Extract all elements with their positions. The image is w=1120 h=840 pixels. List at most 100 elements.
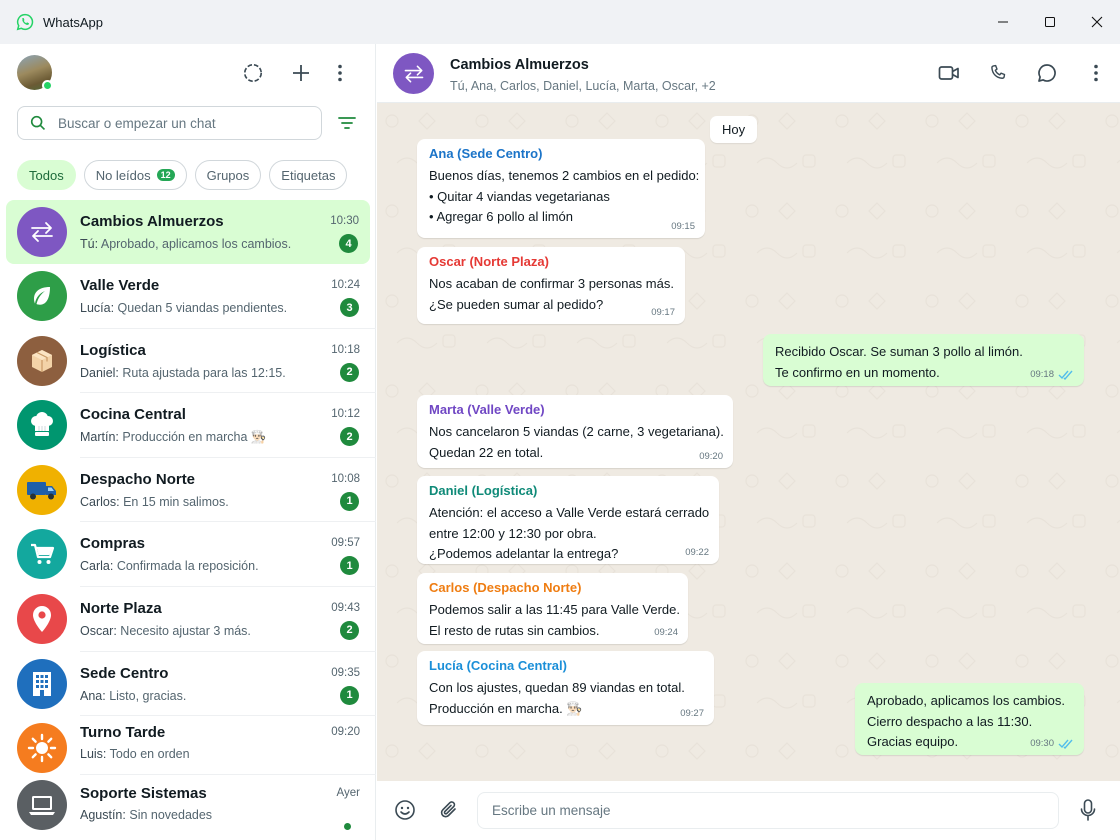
message-text: Nos acaban de confirmar 3 personas más. [429, 276, 674, 291]
unread-badge: 1 [340, 491, 359, 511]
message-bubble[interactable]: Oscar (Norte Plaza) Nos acaban de confir… [417, 247, 685, 324]
chip-etiquetas[interactable]: Etiquetas [269, 160, 348, 190]
whatsapp-logo-icon [16, 13, 34, 31]
minimize-button[interactable] [979, 0, 1026, 44]
chat-time: 10:12 [331, 408, 360, 421]
chat-last-sender: Carlos: [80, 494, 120, 509]
chat-item-sede-centro[interactable]: Sede Centro Ana: Listo, gracias. 09:35 1 [0, 652, 376, 717]
message-area[interactable]: Hoy Ana (Sede Centro) Buenos días, tenem… [377, 103, 1120, 781]
message-time: 09:24 [654, 627, 678, 638]
conversation-members: Tú, Ana, Carlos, Daniel, Lucía, Marta, O… [450, 79, 716, 93]
chat-item-soporte-sistemas[interactable]: Soporte Sistemas Agustín: Sin novedades … [0, 775, 376, 840]
maximize-button[interactable] [1026, 0, 1073, 44]
group-avatar[interactable] [393, 53, 434, 94]
chat-avatar [17, 335, 67, 386]
chat-item-despacho-norte[interactable]: Despacho Norte Carlos: En 15 min salimos… [0, 458, 376, 523]
message-time: 09:22 [685, 547, 709, 558]
chat-item-logistica[interactable]: Logística Daniel: Ruta ajustada para las… [0, 329, 376, 394]
message-text: Aprobado, aplicamos los cambios. [867, 693, 1065, 708]
search-icon [1037, 64, 1056, 82]
message-time: 09:17 [651, 307, 675, 318]
chat-last-sender: Lucía: [80, 301, 115, 315]
chat-last-sender: Daniel: [80, 365, 119, 380]
chat-preview: Confirmada la reposición. [116, 559, 259, 574]
filter-icon [338, 117, 356, 129]
chip-grupos[interactable]: Grupos [194, 160, 262, 190]
message-text: Quedan 22 en total. [429, 444, 544, 460]
chat-avatar [17, 723, 67, 774]
paperclip-icon [440, 801, 456, 818]
chat-item-cambios-almuerzos[interactable]: Cambios Almuerzos Tú: Aprobado, aplicamo… [6, 200, 370, 264]
chat-last-message: Ana: Listo, gracias. [80, 689, 186, 703]
chat-name: Norte Plaza [80, 599, 162, 617]
chat-preview: En 15 min salimos. [123, 494, 229, 509]
emoji-button[interactable] [393, 798, 417, 822]
chip-todos[interactable]: Todos [17, 160, 76, 190]
message-bubble[interactable]: Lucía (Cocina Central) Con los ajustes, … [417, 651, 714, 725]
search-icon [30, 115, 46, 131]
message-bubble[interactable]: Ana (Sede Centro) Buenos días, tenemos 2… [417, 139, 705, 238]
chat-time: 10:30 [330, 215, 359, 227]
voice-message-button[interactable] [1076, 798, 1100, 822]
profile-avatar[interactable] [17, 55, 53, 91]
chat-last-sender: Agustín: [80, 808, 126, 823]
new-chat-button[interactable] [277, 58, 325, 88]
search-box [17, 106, 322, 140]
message-bubble[interactable]: Marta (Valle Verde) Nos cancelaron 5 via… [417, 395, 733, 468]
close-icon [1091, 16, 1102, 28]
chat-time: 10:24 [331, 279, 360, 291]
truck-icon [27, 481, 56, 500]
sidebar-menu-button[interactable] [325, 58, 355, 88]
message-time-text: 09:22 [685, 547, 709, 558]
chat-last-message: Daniel: Ruta ajustada para las 12:15. [80, 366, 286, 380]
chat-item-compras[interactable]: Compras Carla: Confirmada la reposición.… [0, 522, 376, 587]
message-time: 09:30 [1030, 738, 1074, 749]
chat-preview: Necesito ajustar 3 más. [120, 623, 251, 638]
chat-item-norte-plaza[interactable]: Norte Plaza Oscar: Necesito ajustar 3 má… [0, 587, 376, 652]
message-text: Buenos días, tenemos 2 cambios en el ped… [429, 168, 700, 183]
message-sender: Lucía (Cocina Central) [429, 658, 567, 673]
double-check-read-icon [1058, 739, 1073, 749]
chat-last-sender: Martín: [80, 430, 119, 445]
voice-call-button[interactable] [973, 58, 1022, 88]
conversation-menu-button[interactable] [1071, 58, 1120, 88]
conversation-title: Cambios Almuerzos [450, 57, 589, 73]
plus-icon [293, 65, 309, 81]
chat-last-sender: Oscar: [80, 623, 117, 638]
message-bubble-outgoing[interactable]: Recibido Oscar. Se suman 3 pollo al limó… [763, 334, 1084, 386]
close-button[interactable] [1073, 0, 1120, 44]
chat-item-cocina-central[interactable]: Cocina Central Martín: Producción en mar… [0, 393, 376, 458]
chat-name: Compras [80, 535, 146, 553]
emoji-icon [395, 800, 415, 820]
sun-icon [27, 733, 57, 763]
message-time: 09:27 [680, 708, 704, 719]
search-input[interactable] [58, 115, 298, 131]
chat-last-message: Tú: Aprobado, aplicamos los cambios. [80, 237, 291, 251]
unread-badge: 2 [340, 362, 359, 382]
chat-preview: Quedan 5 viandas pendientes. [117, 301, 288, 315]
attach-button[interactable] [437, 798, 461, 822]
status-icon [243, 63, 263, 83]
chat-avatar [17, 658, 67, 709]
chat-list: Cambios Almuerzos Tú: Aprobado, aplicamo… [0, 200, 376, 840]
chat-avatar [17, 271, 67, 321]
message-bubble-outgoing[interactable]: Aprobado, aplicamos los cambios. Cierro … [855, 683, 1084, 755]
message-bubble[interactable]: Daniel (Logística) Atención: el acceso a… [417, 476, 719, 564]
message-input[interactable] [492, 803, 1032, 818]
chat-item-valle-verde[interactable]: Valle Verde Lucía: Quedan 5 viandas pend… [0, 264, 376, 329]
filter-chips: Todos No leídos 12 Grupos Etiquetas [17, 160, 348, 190]
message-sender: Ana (Sede Centro) [429, 146, 543, 161]
chat-item-turno-tarde[interactable]: Turno Tarde Luis: Todo en orden 09:20 [0, 716, 376, 776]
status-button[interactable] [229, 58, 277, 88]
message-bubble[interactable]: Carlos (Despacho Norte) Podemos salir a … [417, 573, 688, 644]
message-text: El resto de rutas sin cambios. [429, 622, 600, 638]
filter-button[interactable] [336, 114, 358, 132]
search-chat-button[interactable] [1022, 58, 1071, 88]
chip-label: Todos [29, 167, 64, 183]
chat-last-message: Luis: Todo en orden [80, 747, 190, 761]
date-separator: Hoy [710, 116, 758, 143]
chat-name: Turno Tarde [80, 724, 166, 742]
video-call-button[interactable] [924, 58, 973, 88]
chip-no-leidos[interactable]: No leídos 12 [83, 160, 187, 190]
conversation-header[interactable]: Cambios Almuerzos Tú, Ana, Carlos, Danie… [377, 44, 1120, 103]
